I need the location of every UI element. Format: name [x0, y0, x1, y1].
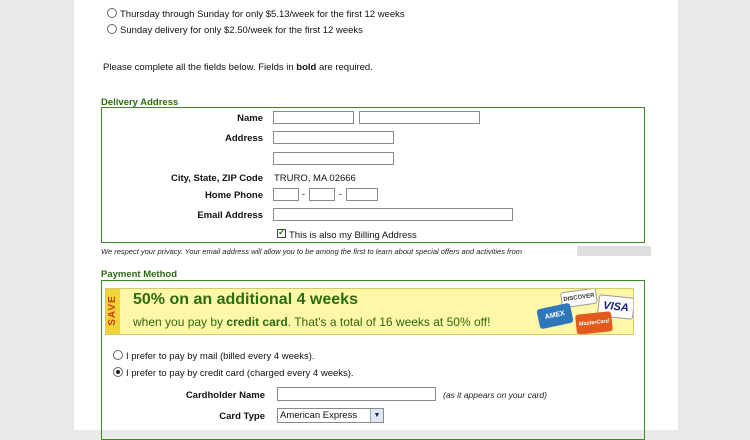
phone-area-code-input[interactable]	[273, 188, 299, 201]
address-line2-input[interactable]	[273, 152, 394, 165]
billing-address-checkbox-label: This is also my Billing Address	[289, 230, 417, 241]
pay-by-credit-card-label: I prefer to pay by credit card (charged …	[126, 368, 354, 379]
save-label: SAVE	[107, 295, 118, 326]
cardholder-name-input[interactable]	[277, 387, 436, 401]
phone-prefix-input[interactable]	[309, 188, 335, 201]
delivery-option-sunday-radio[interactable]	[107, 24, 117, 34]
name-label: Name	[237, 113, 263, 124]
city-state-zip-value: TRURO, MA 02666	[274, 173, 356, 184]
pay-by-mail-label: I prefer to pay by mail (billed every 4 …	[126, 351, 315, 362]
privacy-note: We respect your privacy. Your email addr…	[101, 247, 523, 256]
amex-card-logo: AMEX	[536, 302, 574, 330]
card-type-label: Card Type	[219, 411, 265, 422]
phone-separator-1: -	[302, 189, 305, 199]
email-label: Email Address	[197, 210, 263, 221]
cardholder-name-hint: (as it appears on your card)	[443, 390, 547, 400]
city-state-zip-label: City, State, ZIP Code	[170, 173, 263, 184]
phone-line-input[interactable]	[346, 188, 378, 201]
promo-headline: 50% on an additional 4 weeks	[133, 291, 358, 308]
email-input[interactable]	[273, 208, 513, 221]
promo-subline: when you pay by credit card. That's a to…	[133, 315, 491, 329]
address-label: Address	[224, 133, 263, 144]
redacted-brand-name	[577, 246, 651, 256]
delivery-option-thu-sun-label: Thursday through Sunday for only $5.13/w…	[120, 9, 405, 20]
required-fields-instructions: Please complete all the fields below. Fi…	[103, 62, 373, 73]
card-type-selected-value: American Express	[280, 410, 358, 421]
delivery-option-thu-sun-radio[interactable]	[107, 8, 117, 18]
mastercard-logo: MasterCard	[575, 311, 613, 334]
phone-separator-2: -	[339, 189, 342, 199]
pay-by-credit-card-radio[interactable]	[113, 367, 123, 377]
home-phone-label: Home Phone	[204, 190, 263, 201]
first-name-input[interactable]	[273, 111, 354, 124]
payment-method-title: Payment Method	[101, 269, 178, 280]
credit-card-promo-banner: SAVE 50% on an additional 4 weeks when y…	[105, 288, 634, 335]
cardholder-name-label: Cardholder Name	[185, 390, 265, 401]
pay-by-mail-radio[interactable]	[113, 350, 123, 360]
address-line1-input[interactable]	[273, 131, 394, 144]
chevron-down-icon: ▼	[370, 409, 383, 422]
last-name-input[interactable]	[359, 111, 480, 124]
delivery-option-sunday-label: Sunday delivery for only $2.50/week for …	[120, 25, 363, 36]
save-strip: SAVE	[106, 289, 120, 334]
card-type-select[interactable]: American Express ▼	[277, 408, 384, 423]
billing-address-checkbox[interactable]	[277, 227, 286, 238]
